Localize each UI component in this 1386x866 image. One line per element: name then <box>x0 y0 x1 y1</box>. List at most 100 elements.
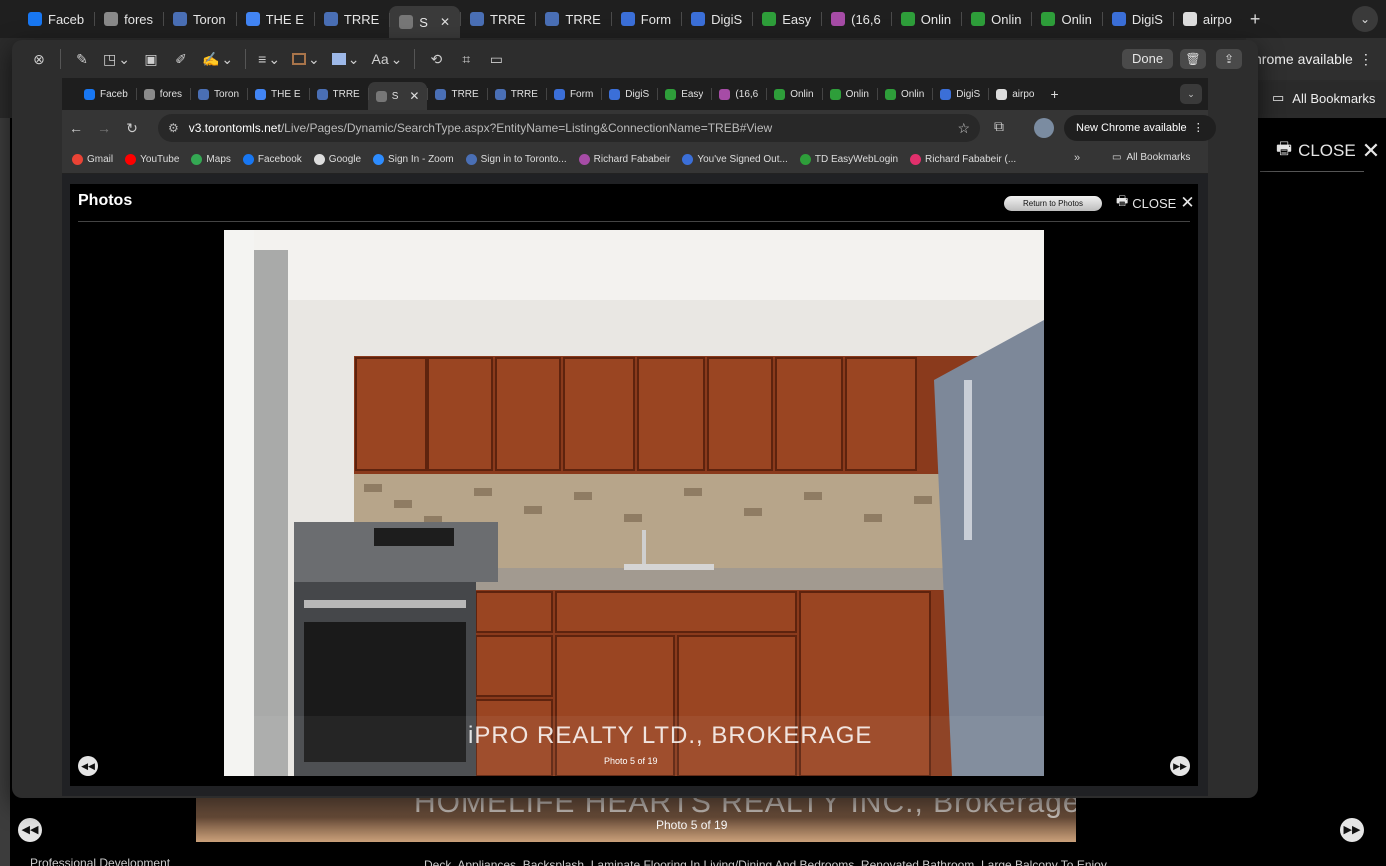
new-tab-icon[interactable]: + <box>1050 86 1058 102</box>
close-icon[interactable]: ✕ <box>1180 193 1194 213</box>
tab-favicon-icon <box>435 88 447 100</box>
inner-address-bar[interactable]: ⚙ v3.torontomls.net/Live/Pages/Dynamic/S… <box>158 114 980 142</box>
outer-tab[interactable]: Faceb <box>18 5 94 33</box>
outer-tab[interactable]: Toron <box>163 5 236 33</box>
sign-icon[interactable]: ✍ ⌄ <box>198 46 237 72</box>
outer-tab[interactable]: THE E <box>235 5 314 33</box>
close-icon[interactable]: ✕ <box>1362 138 1380 164</box>
outer-all-bookmarks[interactable]: All Bookmarks <box>1292 91 1375 106</box>
new-chrome-available-label[interactable]: hrome available <box>1254 51 1353 67</box>
outer-tab[interactable]: Easy <box>752 5 821 33</box>
annotate-icon[interactable]: ▭ <box>483 46 509 72</box>
new-tab-icon[interactable]: + <box>1250 9 1261 30</box>
outer-tab-search-button[interactable]: ⌄ <box>1352 6 1378 32</box>
outer-tab[interactable]: Onlin <box>961 5 1031 33</box>
outer-tab[interactable]: Onlin <box>890 5 961 33</box>
outer-next-photo-button[interactable]: ▶▶ <box>1340 818 1364 842</box>
forward-arrow-icon[interactable]: → <box>90 120 118 136</box>
inner-tab[interactable]: Onlin <box>821 82 877 106</box>
reload-icon[interactable]: ↻ <box>118 120 146 137</box>
extensions-icon[interactable]: ⧉ <box>994 118 1004 135</box>
outer-kebab-menu-icon[interactable]: ⋮ <box>1359 51 1373 68</box>
bookmark-item[interactable]: Richard Fababeir (... <box>910 154 1016 165</box>
next-photo-button[interactable]: ▶▶ <box>1170 756 1190 776</box>
inner-tab[interactable]: Faceb <box>76 82 136 106</box>
outer-tab[interactable]: airpo <box>1172 5 1242 33</box>
bookmark-item[interactable]: YouTube <box>125 154 179 165</box>
outer-tab[interactable]: DigiS <box>1101 5 1173 33</box>
trreb-icon <box>545 12 560 26</box>
tab-close-icon[interactable]: ✕ <box>440 15 450 29</box>
chevron-down-icon: ⌄ <box>308 50 320 67</box>
bookmark-item[interactable]: TD EasyWebLogin <box>799 154 898 165</box>
line-style-icon[interactable]: ≡ ⌄ <box>254 46 284 72</box>
more-bookmarks-icon[interactable]: » <box>1074 152 1080 164</box>
done-button[interactable]: Done <box>1122 49 1174 69</box>
printer-icon[interactable]: 🖶 <box>1116 192 1128 214</box>
outer-tab[interactable]: Form <box>610 5 681 33</box>
inner-all-bookmarks[interactable]: ▭ All Bookmarks <box>1112 152 1190 163</box>
outer-tab[interactable]: TRRE <box>460 5 535 33</box>
bookmark-item[interactable]: Richard Fababeir <box>578 154 670 165</box>
inner-tab[interactable]: TRRE <box>308 82 368 106</box>
crop-icon[interactable]: ⌗ <box>453 46 479 72</box>
inner-tab[interactable]: Easy <box>657 82 711 106</box>
bookmark-item[interactable]: Facebook <box>242 154 302 165</box>
bookmark-item[interactable]: Sign in to Toronto... <box>465 154 567 165</box>
inner-tab[interactable]: TRRE <box>427 82 486 106</box>
outer-tab[interactable]: fores <box>94 5 163 33</box>
shapes-icon[interactable]: ◳ ⌄ <box>99 46 134 72</box>
text-style-icon[interactable]: Aa ⌄ <box>368 46 407 72</box>
back-arrow-icon[interactable]: ← <box>62 120 90 136</box>
highlight-icon[interactable]: ✐ <box>168 46 194 72</box>
bookmark-item[interactable]: Sign In - Zoom <box>373 154 454 165</box>
inner-tab[interactable]: Toron <box>190 82 247 106</box>
printer-icon[interactable]: 🖶 <box>1276 136 1292 165</box>
fill-color-icon[interactable]: ⌄ <box>328 46 364 72</box>
bookmark-item[interactable]: Google <box>313 154 362 165</box>
inner-tab[interactable]: DigiS <box>932 82 988 106</box>
outer-tab[interactable]: (16,6 <box>821 5 891 33</box>
bookmark-item[interactable]: You've Signed Out... <box>682 154 788 165</box>
inner-tab[interactable]: Onlin <box>876 82 932 106</box>
border-color-icon[interactable]: ⌄ <box>288 46 324 72</box>
share-icon[interactable]: ⇪ <box>1216 49 1242 69</box>
inner-tab[interactable]: TRRE <box>486 82 546 106</box>
inner-tab[interactable]: fores <box>135 82 190 106</box>
inner-tab-label: Toron <box>214 88 240 100</box>
close-markup-icon[interactable]: ⊗ <box>26 46 52 72</box>
sketch-icon[interactable]: ✎ <box>69 46 95 72</box>
inner-tab[interactable]: (16,6 <box>711 82 766 106</box>
inner-tab[interactable]: Onlin <box>766 82 821 106</box>
avatar[interactable] <box>1034 118 1054 138</box>
new-chrome-available-button[interactable]: New Chrome available ⋮ <box>1064 115 1216 141</box>
outer-tab[interactable]: Onlin <box>1031 5 1101 33</box>
modal-close-button[interactable]: 🖶 CLOSE ✕ <box>1116 192 1195 214</box>
previous-photo-button[interactable]: ◀◀ <box>78 756 98 776</box>
bookmark-label: Google <box>328 154 362 165</box>
bookmark-star-icon[interactable]: ☆ <box>957 120 970 137</box>
tab-close-icon[interactable]: ✕ <box>409 89 419 103</box>
bookmark-item[interactable]: Maps <box>191 154 231 165</box>
return-to-photos-button[interactable]: Return to Photos <box>1004 196 1102 211</box>
trash-icon[interactable]: 🗑 <box>1180 49 1206 69</box>
outer-tab-bar: Faceb fores Toron THE E TRRE S ✕ TRRE TRRE Form Di… <box>0 0 1386 38</box>
outer-tab[interactable]: DigiS <box>681 5 752 33</box>
outer-tab[interactable]: TRRE <box>313 5 389 33</box>
google-icon <box>1182 12 1197 26</box>
inner-tab-search-button[interactable]: ⌄ <box>1180 84 1202 104</box>
bookmark-label: YouTube <box>140 154 180 165</box>
bookmark-item[interactable]: Gmail <box>72 154 113 165</box>
rotate-icon[interactable]: ⟲ <box>423 46 449 72</box>
text-box-icon[interactable]: ▣ <box>138 46 164 72</box>
inner-tab[interactable]: THE E <box>247 82 308 106</box>
inner-tab[interactable]: S ✕ <box>367 82 428 110</box>
outer-tab[interactable]: TRRE <box>535 5 610 33</box>
inner-tab[interactable]: Form <box>545 82 601 106</box>
outer-close-button[interactable]: 🖶 CLOSE ✕ <box>1276 136 1380 165</box>
inner-tab[interactable]: airpo <box>988 82 1042 106</box>
outer-tab[interactable]: S ✕ <box>389 6 460 38</box>
site-settings-icon[interactable]: ⚙ <box>168 121 179 135</box>
inner-tab[interactable]: DigiS <box>601 82 657 106</box>
outer-previous-photo-button[interactable]: ◀◀ <box>18 818 42 842</box>
